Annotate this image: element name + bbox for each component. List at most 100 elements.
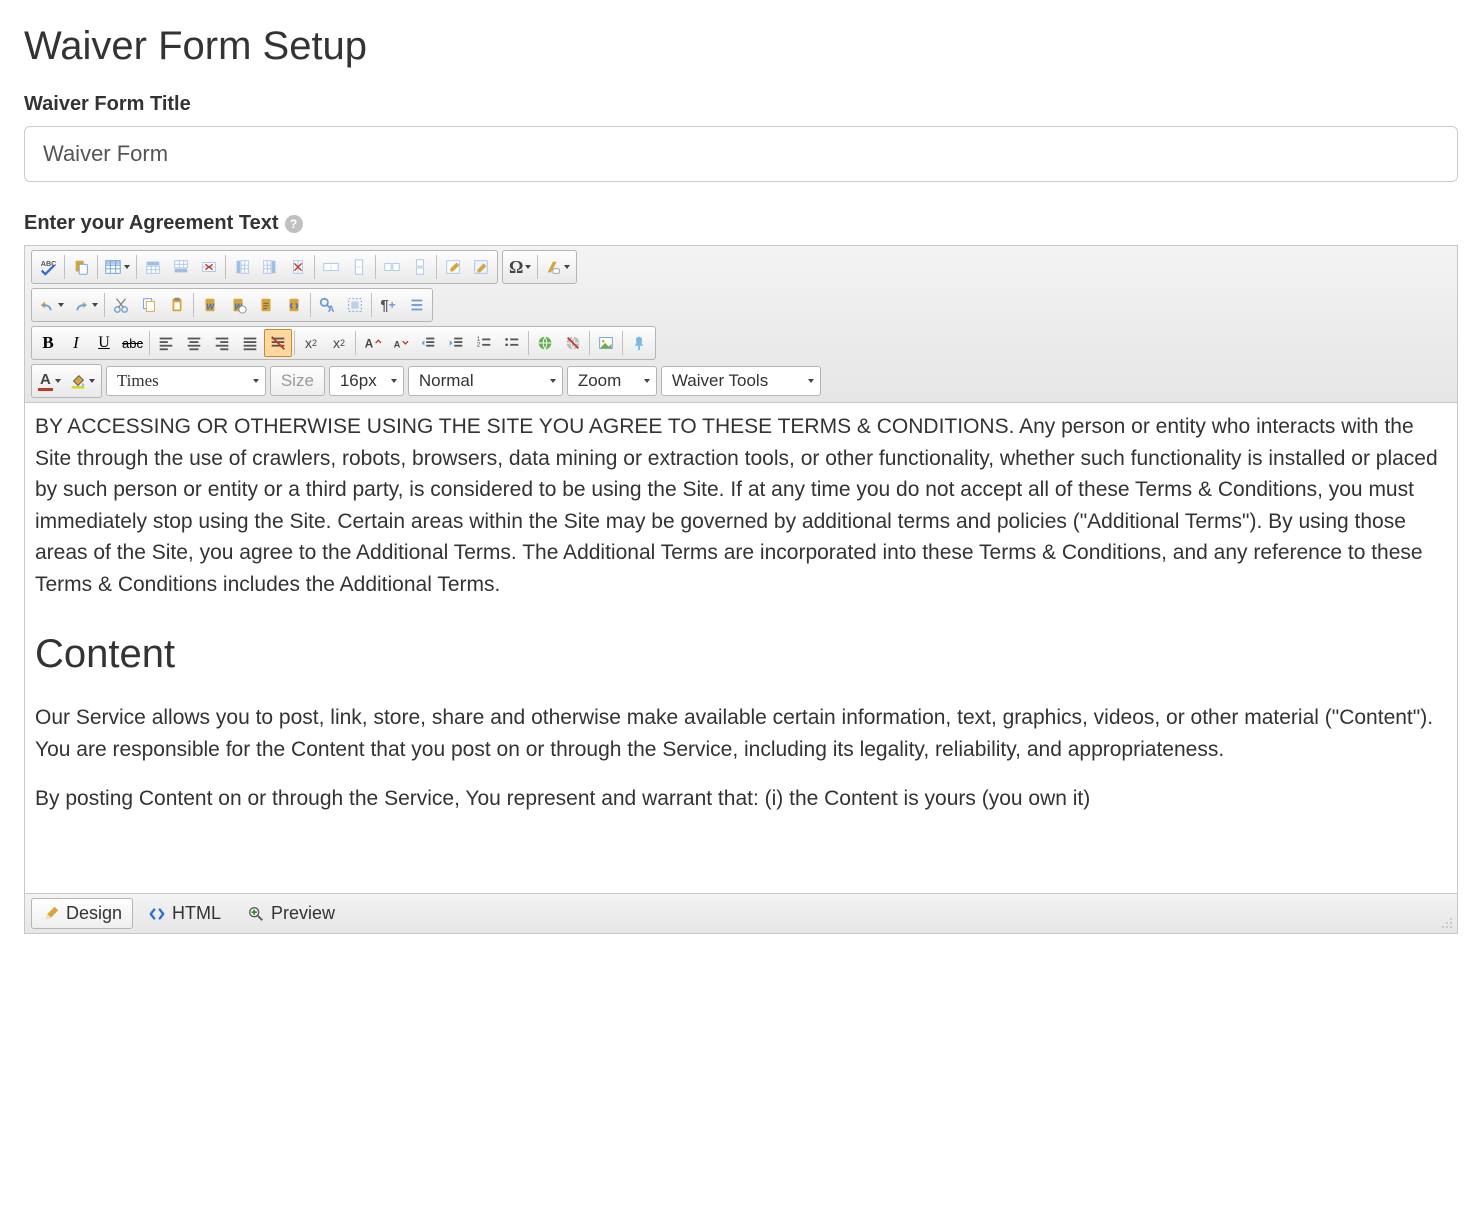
zoom-value: Zoom: [578, 371, 621, 391]
paint-bucket-icon: [69, 372, 87, 390]
omega-icon: Ω: [509, 257, 523, 278]
align-justify-button[interactable]: [236, 329, 264, 357]
undo-button[interactable]: [34, 291, 68, 319]
font-size-shrink-button[interactable]: A: [386, 329, 414, 357]
hyperlink-button[interactable]: [531, 329, 559, 357]
align-none-button[interactable]: [264, 329, 292, 357]
ordered-list-button[interactable]: 12: [470, 329, 498, 357]
waiver-tools-select[interactable]: Waiver Tools: [661, 366, 821, 396]
font-size-grow-button[interactable]: A: [358, 329, 386, 357]
resize-grip-icon[interactable]: [1439, 915, 1453, 929]
chevron-down-icon: [58, 303, 64, 307]
pin-button[interactable]: [625, 329, 653, 357]
unlink-button[interactable]: [559, 329, 587, 357]
content-heading: Content: [35, 624, 1447, 684]
html-tab[interactable]: HTML: [137, 898, 232, 929]
size-label: Size: [270, 366, 325, 396]
chevron-down-icon: [550, 379, 556, 383]
format-stripper-button[interactable]: [540, 253, 574, 281]
pilcrow-icon: ¶: [380, 297, 388, 314]
split-vertical-button[interactable]: [406, 253, 434, 281]
insert-table-button[interactable]: [100, 253, 134, 281]
strikethrough-icon: abc: [122, 336, 143, 351]
paste-word-clean-button[interactable]: W: [224, 291, 252, 319]
chevron-down-icon: [55, 379, 61, 383]
paragraph-value: Normal: [419, 371, 474, 391]
merge-vertical-button[interactable]: [345, 253, 373, 281]
html-tab-label: HTML: [172, 903, 221, 924]
copy-button[interactable]: [135, 291, 163, 319]
image-button[interactable]: [592, 329, 620, 357]
strikethrough-button[interactable]: abc: [118, 329, 147, 357]
insert-row-below-button[interactable]: [167, 253, 195, 281]
chevron-down-icon: [124, 265, 130, 269]
chevron-down-icon: [564, 265, 570, 269]
help-icon[interactable]: ?: [285, 215, 303, 233]
magnifier-plus-icon: [247, 905, 265, 923]
insert-row-above-button[interactable]: [139, 253, 167, 281]
agreement-para-1: BY ACCESSING OR OTHERWISE USING THE SITE…: [35, 411, 1447, 600]
agreement-para-3: By posting Content on or through the Ser…: [35, 783, 1447, 815]
align-center-button[interactable]: [180, 329, 208, 357]
paste-plain-button[interactable]: [252, 291, 280, 319]
agreement-label: Enter your Agreement Text ?: [24, 212, 1458, 235]
line-spacing-button[interactable]: [402, 291, 430, 319]
svg-text:A: A: [365, 338, 374, 351]
cut-button[interactable]: [107, 291, 135, 319]
redo-button[interactable]: [68, 291, 102, 319]
spellcheck-button[interactable]: ABC: [34, 253, 62, 281]
find-replace-button[interactable]: A: [313, 291, 341, 319]
font-size-value: 16px: [340, 371, 377, 391]
paragraph-select[interactable]: Normal: [408, 366, 563, 396]
align-right-button[interactable]: [208, 329, 236, 357]
superscript-button[interactable]: x2: [297, 329, 325, 357]
select-all-button[interactable]: [341, 291, 369, 319]
insert-col-right-button[interactable]: [256, 253, 284, 281]
special-character-button[interactable]: Ω: [505, 253, 535, 281]
font-family-select[interactable]: Times: [106, 366, 266, 396]
editor-content-area[interactable]: BY ACCESSING OR OTHERWISE USING THE SITE…: [25, 403, 1457, 893]
agreement-label-text: Enter your Agreement Text: [24, 212, 279, 235]
waiver-title-input[interactable]: [24, 126, 1458, 182]
form-button[interactable]: [467, 253, 495, 281]
insert-col-left-button[interactable]: [228, 253, 256, 281]
font-color-button[interactable]: A: [34, 367, 65, 395]
merge-horizontal-button[interactable]: [317, 253, 345, 281]
unordered-list-button[interactable]: [498, 329, 526, 357]
font-family-value: Times: [117, 371, 159, 391]
preview-tab[interactable]: Preview: [236, 898, 346, 929]
outdent-button[interactable]: [414, 329, 442, 357]
pencil-icon: [42, 905, 60, 923]
paste-button[interactable]: [67, 253, 95, 281]
editor-toolbar: ABC: [25, 246, 1457, 403]
show-paragraph-button[interactable]: ¶+: [374, 291, 402, 319]
edit-cell-button[interactable]: [439, 253, 467, 281]
chevron-down-icon: [92, 303, 98, 307]
bold-icon: B: [42, 333, 53, 353]
delete-col-button[interactable]: [284, 253, 312, 281]
italic-icon: I: [73, 333, 79, 353]
waiver-title-label: Waiver Form Title: [24, 93, 1458, 116]
zoom-select[interactable]: Zoom: [567, 366, 657, 396]
agreement-para-2: Our Service allows you to post, link, st…: [35, 702, 1447, 765]
chevron-down-icon: [808, 379, 814, 383]
split-horizontal-button[interactable]: [378, 253, 406, 281]
chevron-down-icon: [89, 379, 95, 383]
design-tab[interactable]: Design: [31, 898, 133, 929]
chevron-down-icon: [253, 379, 259, 383]
paste-html-button[interactable]: [280, 291, 308, 319]
align-left-button[interactable]: [152, 329, 180, 357]
paste-clipboard-button[interactable]: [163, 291, 191, 319]
svg-text:2: 2: [477, 342, 481, 349]
font-size-select[interactable]: 16px: [329, 366, 404, 396]
indent-button[interactable]: [442, 329, 470, 357]
bold-button[interactable]: B: [34, 329, 62, 357]
rich-text-editor: ABC: [24, 245, 1458, 934]
underline-button[interactable]: U: [90, 329, 118, 357]
delete-row-button[interactable]: [195, 253, 223, 281]
subscript-button[interactable]: x2: [325, 329, 353, 357]
italic-button[interactable]: I: [62, 329, 90, 357]
paste-word-button[interactable]: W: [196, 291, 224, 319]
waiver-tools-value: Waiver Tools: [672, 371, 768, 391]
bg-color-button[interactable]: [65, 367, 99, 395]
